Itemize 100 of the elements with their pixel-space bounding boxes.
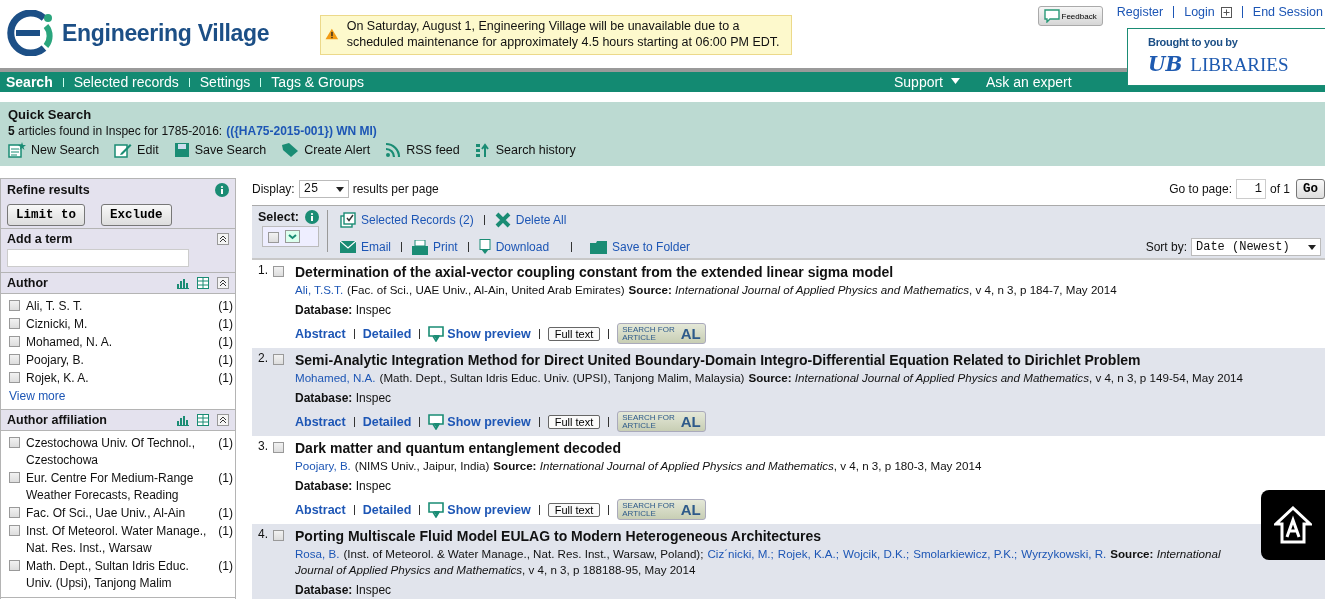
select-control[interactable] (262, 226, 319, 247)
sponsor-logo-text[interactable]: LIBRARIES (1190, 54, 1289, 76)
header-link[interactable]: Login (1184, 5, 1215, 19)
filter-count: (1) (218, 316, 233, 333)
author-link[interactable]: Mohamed, N.A. (295, 371, 376, 384)
search-action-link[interactable]: Edit (114, 142, 159, 158)
toolbar-link[interactable]: Save to Folder (590, 240, 691, 254)
filter-label: Czestochowa Univ. Of Technol., Czestochowa (26, 435, 196, 469)
author-link[interactable]: Wojcik, D.K.; (843, 547, 910, 560)
sponsor-caption: Brought to you by (1148, 36, 1239, 48)
collapse-icon[interactable] (217, 277, 229, 289)
collapse-icon[interactable] (217, 414, 229, 426)
result-link[interactable]: Show preview (428, 413, 531, 430)
author-link[interactable]: Ciz´nicki, M.; (707, 547, 774, 560)
go-button[interactable]: Go (1296, 179, 1325, 199)
result-link[interactable]: Show preview (428, 501, 531, 518)
result-link[interactable]: Show preview (428, 325, 531, 342)
query-link[interactable]: (({HA75-2015-001}) WN MI) (226, 124, 377, 138)
select-label: Select: (258, 210, 299, 224)
toolbar-link[interactable]: Download (478, 239, 550, 255)
author-link[interactable]: Rosa, B. (295, 547, 340, 560)
filter-checkbox[interactable] (9, 507, 20, 518)
result-link[interactable]: Detailed (362, 502, 412, 517)
table-icon[interactable] (197, 414, 209, 426)
database-line: Database: Inspec (295, 390, 393, 406)
result-link[interactable]: Abstract (295, 326, 346, 341)
dropdown-icon[interactable] (285, 230, 300, 243)
filter-checkbox[interactable] (9, 372, 20, 383)
table-icon[interactable] (197, 277, 209, 289)
result-checkbox[interactable] (273, 266, 284, 277)
filter-checkbox[interactable] (9, 300, 20, 311)
result-link[interactable]: Abstract (295, 502, 346, 517)
result-link[interactable]: Detailed (362, 326, 412, 341)
nav-link[interactable]: Ask an expert (986, 74, 1072, 90)
notice-text: On Saturday, August 1, Engineering Village will be unavailable due to a scheduled maintenance for approximately 4.5 hours starting at 06:00 PM EDT. (346, 18, 781, 50)
bar-chart-icon[interactable] (177, 277, 189, 289)
filter-checkbox[interactable] (9, 336, 20, 347)
result-link[interactable]: Detailed (362, 414, 412, 429)
full-text-button[interactable]: Full text (547, 414, 601, 429)
full-text-button[interactable]: Full text (547, 326, 601, 341)
result-title[interactable]: Semi-Analytic Integration Method for Direct United Boundary-Domain Integro-Differential Equation Related to Dirichlet Problem (295, 351, 1141, 369)
search-action-link[interactable]: Search history (474, 142, 576, 158)
sort-dropdown[interactable]: Date (Newest) (1191, 238, 1321, 256)
search-action-link[interactable]: New Search (8, 142, 100, 158)
page-input-field[interactable]: 1 (1235, 179, 1266, 199)
result-link[interactable]: Abstract (295, 414, 346, 429)
author-link[interactable]: Smolarkiewicz, P.K.; (913, 547, 1018, 560)
filter-checkbox[interactable] (9, 354, 20, 365)
accessibility-button[interactable] (1261, 490, 1325, 560)
nav-tab[interactable]: Tags & Groups (271, 74, 364, 90)
result-checkbox[interactable] (273, 354, 284, 365)
filter-count: (1) (218, 523, 233, 540)
folder-icon (590, 240, 608, 254)
result-title[interactable]: Determination of the axial-vector coupling constant from the extended linear sigma model (295, 263, 894, 281)
refine-button[interactable]: Exclude (101, 204, 172, 226)
author-link[interactable]: Ali, T.S.T. (295, 283, 344, 296)
full-text-button[interactable]: Full text (547, 502, 601, 517)
toolbar-link[interactable]: Selected Records (2) (340, 212, 474, 228)
history-icon (474, 142, 491, 158)
nav-tab[interactable]: Selected records (73, 74, 179, 90)
search-action-link[interactable]: Save Search (173, 142, 267, 158)
house-icon (1274, 506, 1312, 544)
filter-checkbox[interactable] (9, 525, 20, 536)
select-all-checkbox[interactable] (268, 232, 279, 243)
filter-count: (1) (218, 334, 233, 351)
filter-checkbox[interactable] (9, 560, 20, 571)
result-checkbox[interactable] (273, 530, 284, 541)
author-link[interactable]: Wyrzykowski, R. (1021, 547, 1107, 560)
filter-checkbox[interactable] (9, 472, 20, 483)
info-icon[interactable] (215, 183, 229, 197)
result-title[interactable]: Dark matter and quantum entanglement decoded (295, 439, 621, 457)
result-title[interactable]: Porting Multiscale Fluid Model EULAG to Modern Heterogeneous Architectures (295, 527, 822, 545)
nav-tab[interactable]: Search (6, 74, 53, 90)
expand-icon[interactable] (1220, 6, 1232, 18)
result-checkbox[interactable] (273, 442, 284, 453)
header-link[interactable]: End Session (1252, 5, 1323, 19)
toolbar-link[interactable]: Email (340, 240, 391, 254)
site-title[interactable]: Engineering Village (62, 19, 270, 47)
display-label: Display: (252, 182, 295, 196)
search-action-link[interactable]: RSS feed (385, 142, 460, 158)
filter-checkbox[interactable] (9, 318, 20, 329)
term-input-field[interactable] (7, 249, 189, 267)
refine-button[interactable]: Limit to (7, 204, 85, 226)
bar-chart-icon[interactable] (177, 414, 189, 426)
header-link[interactable]: Register (1116, 5, 1164, 19)
author-link[interactable]: Rojek, K.A.; (777, 547, 839, 560)
search-action-link[interactable]: Create Alert (281, 142, 371, 158)
info-icon[interactable] (305, 210, 319, 224)
toolbar-link[interactable]: Delete All (494, 212, 567, 228)
sponsor-logo-mark[interactable]: UB (1148, 52, 1183, 76)
filter-checkbox[interactable] (9, 437, 20, 448)
nav-link[interactable]: Support (893, 74, 960, 90)
collapse-icon[interactable] (217, 233, 229, 245)
toolbar-link[interactable]: Print (412, 239, 458, 255)
nav-tab[interactable]: Settings (199, 74, 251, 90)
view-more-link[interactable]: View more (9, 388, 233, 405)
feedback-button[interactable]: Feedback (1037, 6, 1103, 26)
filter-count: (1) (218, 370, 233, 387)
author-link[interactable]: Poojary, B. (295, 459, 351, 472)
page-size-dropdown[interactable]: 25 (298, 180, 349, 198)
